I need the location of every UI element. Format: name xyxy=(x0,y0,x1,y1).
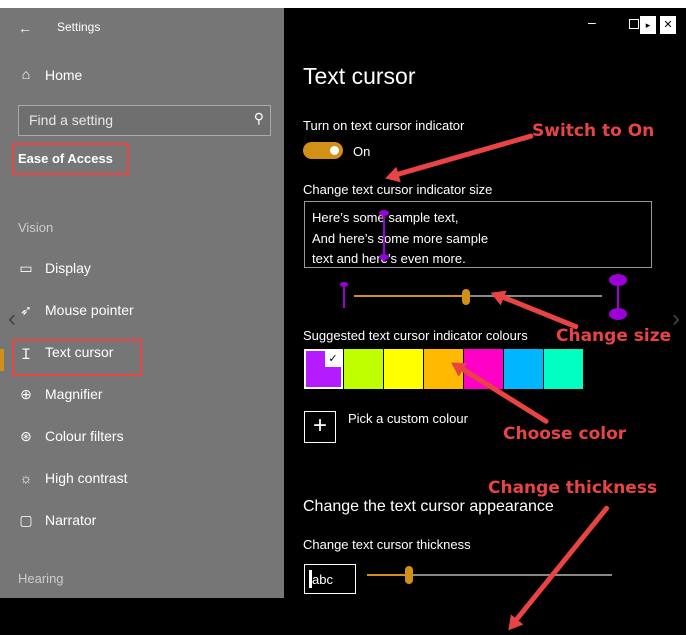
sidebar-item-label: Colour filters xyxy=(45,428,124,444)
main-panel: – ▸ ✕ Text cursor Turn on text cursor in… xyxy=(284,8,686,598)
size-slider[interactable] xyxy=(354,289,602,305)
large-indicator-bottom xyxy=(609,308,627,320)
category-heading: Ease of Access xyxy=(18,151,113,166)
thickness-preview-box: abc xyxy=(304,564,356,594)
large-indicator-top xyxy=(609,274,627,286)
sidebar-item-label: Display xyxy=(45,260,91,276)
search-box[interactable]: Find a setting ⚲ xyxy=(18,105,271,136)
selection-indicator xyxy=(0,349,4,371)
sidebar: ← Settings ⌂ Home Find a setting ⚲ Ease … xyxy=(0,8,284,598)
colours-label: Suggested text cursor indicator colours xyxy=(303,328,528,343)
toggle-knob xyxy=(330,146,339,155)
sample-line-2: And here’s some more sample xyxy=(312,231,489,246)
search-icon[interactable]: ⚲ xyxy=(254,110,264,127)
sidebar-item-label: Text cursor xyxy=(45,344,114,360)
size-slider-fill xyxy=(354,295,466,297)
home-label: Home xyxy=(45,67,83,83)
annotation-color: Choose color xyxy=(503,424,627,444)
thickness-label: Change text cursor thickness xyxy=(303,537,471,552)
custom-colour-label[interactable]: Pick a custom colour xyxy=(348,411,468,426)
sample-text-box: Here’s some sample text, And here’s some… xyxy=(304,201,652,268)
sample-cursor-top xyxy=(379,210,389,216)
thickness-slider-thumb[interactable] xyxy=(405,566,413,584)
sample-cursor-bottom xyxy=(379,254,389,260)
selected-check-icon: ✓ xyxy=(325,351,341,367)
small-indicator-cap xyxy=(340,282,348,287)
colour-swatch[interactable] xyxy=(344,349,383,389)
size-slider-thumb[interactable] xyxy=(462,289,470,305)
high-contrast-icon: ☼ xyxy=(19,470,33,486)
page-title: Text cursor xyxy=(303,63,416,89)
cursor-indicator-toggle[interactable] xyxy=(303,142,343,159)
sample-line-3: text and here’s even more. xyxy=(312,251,466,266)
custom-colour-button[interactable]: + xyxy=(304,411,336,443)
appearance-heading: Change the text cursor appearance xyxy=(303,498,554,515)
small-indicator-icon xyxy=(343,284,345,308)
colour-swatch[interactable] xyxy=(384,349,423,389)
monitor-icon: ▭ xyxy=(19,260,33,276)
size-label: Change text cursor indicator size xyxy=(303,182,493,197)
thickness-slider[interactable] xyxy=(367,566,612,584)
minimize-icon[interactable]: – xyxy=(588,14,596,30)
annotation-size: Change size xyxy=(556,326,672,346)
thickness-preview-text: abc xyxy=(312,572,333,587)
play-icon[interactable]: ▸ xyxy=(640,16,656,34)
group-hearing-label: Hearing xyxy=(18,571,64,586)
sidebar-item-label: Narrator xyxy=(45,512,97,528)
close-icon[interactable]: ✕ xyxy=(660,16,676,34)
mouse-pointer-icon: ➶ xyxy=(20,302,32,318)
colour-filters-icon: ⊛ xyxy=(20,428,32,444)
sidebar-item-label: High contrast xyxy=(45,470,128,486)
annotation-switch: Switch to On xyxy=(532,121,655,141)
sidebar-item-label: Mouse pointer xyxy=(45,302,134,318)
window-title: Settings xyxy=(57,20,101,34)
thickness-slider-fill xyxy=(367,574,409,576)
narrator-icon: ▢ xyxy=(19,512,33,528)
magnifier-icon: ⊕ xyxy=(20,386,32,402)
annotation-thickness: Change thickness xyxy=(488,478,658,498)
group-vision-label: Vision xyxy=(18,220,54,235)
toggle-state-text: On xyxy=(353,144,371,159)
colour-swatch[interactable]: ✓ xyxy=(304,349,343,389)
window-top-strip xyxy=(0,0,686,8)
colour-swatch[interactable] xyxy=(504,349,543,389)
text-cursor-icon: Ｉ xyxy=(19,346,33,362)
back-arrow-icon[interactable]: ← xyxy=(18,20,32,36)
toggle-label: Turn on text cursor indicator xyxy=(303,118,465,133)
sidebar-item-label: Magnifier xyxy=(45,386,103,402)
search-input[interactable]: Find a setting xyxy=(29,112,113,128)
scroll-left-chevron-icon[interactable]: ‹ xyxy=(8,305,16,333)
colour-swatch[interactable] xyxy=(544,349,583,389)
maximize-icon[interactable] xyxy=(629,19,639,29)
home-icon: ⌂ xyxy=(21,66,31,82)
scroll-right-chevron-icon[interactable]: › xyxy=(672,305,680,333)
